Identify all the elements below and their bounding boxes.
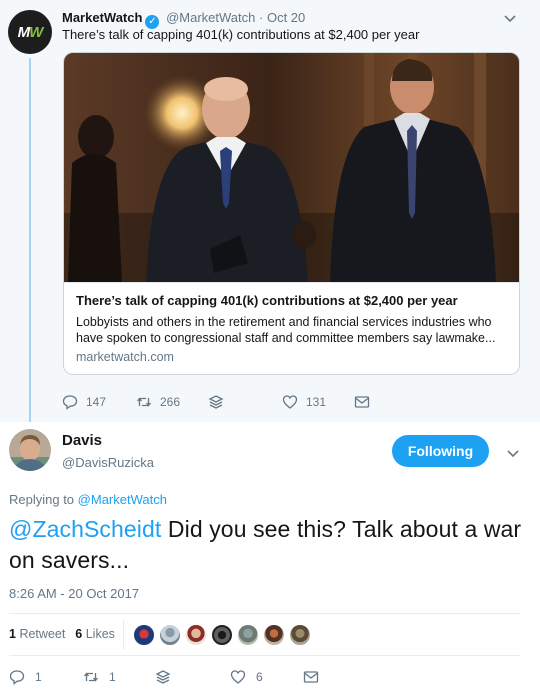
- stack-icon: [208, 395, 224, 409]
- divider: [9, 613, 520, 614]
- direct-message-button[interactable]: [303, 669, 329, 685]
- like-button[interactable]: 131: [282, 394, 326, 410]
- like-button[interactable]: 6: [230, 669, 263, 685]
- like-count: 6: [256, 670, 263, 684]
- liker-avatar[interactable]: [211, 624, 233, 646]
- reply-icon: [9, 670, 25, 685]
- tweet-actions: 1 1 6: [9, 669, 429, 687]
- stack-button[interactable]: [155, 669, 181, 685]
- liker-avatar[interactable]: [185, 624, 207, 646]
- direct-message-button[interactable]: [354, 394, 378, 410]
- stack-icon: [155, 670, 171, 684]
- retweet-button[interactable]: 1: [83, 669, 116, 685]
- reply-count: 1: [35, 670, 42, 684]
- author-handle[interactable]: @DavisRuzicka: [62, 455, 154, 470]
- message-icon: [354, 396, 370, 408]
- replying-to-link[interactable]: @MarketWatch: [78, 492, 167, 507]
- stats-separator: [123, 620, 124, 650]
- thread-connector-line: [29, 58, 31, 422]
- reply-button[interactable]: 147: [62, 394, 106, 410]
- liker-avatar[interactable]: [237, 624, 259, 646]
- heart-icon: [230, 670, 246, 684]
- mention-link[interactable]: @ZachScheidt: [9, 516, 161, 542]
- reply-count: 147: [86, 395, 107, 409]
- parent-tweet-date[interactable]: Oct 20: [267, 10, 305, 25]
- retweet-button[interactable]: 266: [136, 394, 180, 410]
- retweet-icon: [83, 672, 99, 682]
- parent-author-handle[interactable]: @MarketWatch: [166, 10, 255, 25]
- replying-to-line: Replying to @MarketWatch: [9, 492, 167, 507]
- parent-tweet-text: There’s talk of capping 401(k) contribut…: [62, 27, 420, 42]
- parent-tweet[interactable]: MW MarketWatch ✓ @MarketWatch · Oct 20 Th…: [0, 0, 540, 422]
- link-preview-text[interactable]: There’s talk of capping 401(k) contribut…: [64, 282, 519, 374]
- liker-avatars: [133, 624, 315, 646]
- message-icon: [303, 671, 319, 683]
- retweet-count: 1: [109, 670, 116, 684]
- liker-avatar[interactable]: [263, 624, 285, 646]
- following-button[interactable]: Following: [392, 435, 489, 467]
- reply-icon: [62, 395, 78, 410]
- parent-author-name[interactable]: MarketWatch: [62, 10, 142, 25]
- reply-button[interactable]: 1: [9, 669, 42, 685]
- retweets-stat[interactable]: 1 Retweet: [9, 627, 65, 641]
- parent-tweet-actions: 147 266 131: [62, 394, 422, 412]
- retweet-icon: [136, 397, 152, 407]
- stack-button[interactable]: [208, 394, 232, 410]
- link-preview-card[interactable]: There’s talk of capping 401(k) contribut…: [63, 52, 520, 375]
- card-domain[interactable]: marketwatch.com: [76, 349, 509, 365]
- avatar[interactable]: [9, 429, 51, 471]
- liker-avatar[interactable]: [159, 624, 181, 646]
- liker-avatar[interactable]: [289, 624, 311, 646]
- tweet-text: @ZachScheidt Did you see this? Talk abou…: [9, 514, 529, 576]
- tweet-stats: 1 Retweet 6 Likes: [9, 627, 115, 641]
- retweet-count: 266: [160, 395, 181, 409]
- marketwatch-avatar[interactable]: MW: [8, 10, 52, 54]
- liker-avatar[interactable]: [133, 624, 155, 646]
- article-photo[interactable]: [64, 53, 519, 282]
- card-description: Lobbyists and others in the retirement a…: [76, 315, 496, 345]
- chevron-down-icon[interactable]: [502, 10, 518, 26]
- header-separator: ·: [258, 10, 264, 25]
- like-count: 131: [306, 395, 327, 409]
- replying-to-label: Replying to: [9, 492, 75, 507]
- author-name[interactable]: Davis: [62, 432, 102, 449]
- tweet-timestamp[interactable]: 8:26 AM - 20 Oct 2017: [9, 586, 139, 601]
- card-title[interactable]: There’s talk of capping 401(k) contribut…: [76, 293, 509, 309]
- chevron-down-icon[interactable]: [505, 445, 521, 461]
- heart-icon: [282, 395, 298, 409]
- likes-stat[interactable]: 6 Likes: [75, 627, 115, 641]
- divider: [9, 655, 520, 656]
